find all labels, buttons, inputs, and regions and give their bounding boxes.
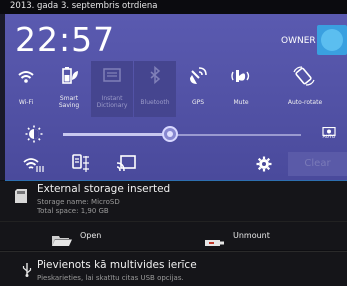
brightness-row: AUTO bbox=[5, 117, 347, 149]
toggle-gps-label: GPS bbox=[191, 99, 205, 106]
toggle-wifi-label: Wi-Fi bbox=[18, 99, 34, 106]
toggle-mute[interactable]: Mute bbox=[220, 61, 262, 117]
status-date: 2013. gada 3. septembris otrdiena bbox=[10, 1, 158, 11]
quick-settings-panel: 22:57 OWNER Wi-Fi Smart Saving Instant D… bbox=[5, 14, 347, 180]
sd-card-icon bbox=[15, 188, 27, 203]
toggle-smart-saving-label: Smart Saving bbox=[58, 95, 80, 109]
brightness-icon bbox=[25, 125, 43, 143]
unmount-icon bbox=[205, 232, 227, 246]
auto-brightness-icon[interactable]: AUTO bbox=[321, 126, 337, 140]
toggle-auto-rotate-label: Auto-rotate bbox=[287, 99, 323, 106]
toggle-auto-rotate[interactable]: Auto-rotate bbox=[263, 61, 347, 117]
avatar[interactable] bbox=[317, 25, 347, 55]
clear-button[interactable]: Clear bbox=[288, 152, 347, 176]
open-button[interactable]: Open bbox=[52, 228, 132, 246]
open-label: Open bbox=[80, 231, 102, 240]
status-bar: 2013. gada 3. septembris otrdiena bbox=[0, 0, 347, 14]
notification-title: External storage inserted bbox=[37, 183, 171, 195]
notification-usb[interactable]: Pievienots kā multivides ierīce Pieskari… bbox=[0, 251, 347, 286]
notification-line: Storage name: MicroSD bbox=[37, 198, 120, 206]
screen-settings-icon[interactable] bbox=[72, 154, 90, 174]
unmount-button[interactable]: Unmount bbox=[205, 228, 285, 246]
unmount-label: Unmount bbox=[233, 231, 270, 240]
bluetooth-icon bbox=[134, 65, 176, 86]
gear-icon[interactable] bbox=[256, 156, 272, 172]
notification-line: Total space: 1,90 GB bbox=[37, 207, 109, 215]
wifi-settings-icon[interactable] bbox=[23, 155, 45, 173]
wifi-icon bbox=[5, 66, 47, 86]
toggle-instant-dictionary[interactable]: Instant Dictionary bbox=[91, 61, 133, 117]
dictionary-icon bbox=[91, 66, 133, 86]
notification-line: Pieskarieties, lai skatītu citas USB opc… bbox=[37, 274, 184, 282]
toggle-smart-saving[interactable]: Smart Saving bbox=[48, 61, 90, 117]
usb-icon bbox=[22, 262, 32, 277]
clock-time: 22:57 bbox=[15, 20, 116, 59]
gps-icon bbox=[177, 66, 219, 86]
notification-storage[interactable]: External storage inserted Storage name: … bbox=[0, 181, 347, 221]
toggle-gps[interactable]: GPS bbox=[177, 61, 219, 117]
quick-toggles: Wi-Fi Smart Saving Instant Dictionary Bl… bbox=[5, 61, 347, 117]
toggle-instant-dictionary-label: Instant Dictionary bbox=[96, 95, 128, 109]
cast-screen-icon[interactable] bbox=[116, 155, 136, 173]
toggle-mute-label: Mute bbox=[233, 99, 249, 106]
toggle-bluetooth[interactable]: Bluetooth bbox=[134, 61, 176, 117]
auto-rotate-icon bbox=[263, 66, 347, 86]
toggle-bluetooth-label: Bluetooth bbox=[140, 99, 170, 106]
battery-leaf-icon bbox=[48, 66, 90, 86]
folder-icon bbox=[52, 231, 72, 246]
brightness-slider-knob[interactable] bbox=[162, 126, 179, 142]
brightness-slider-fill bbox=[63, 133, 171, 136]
mute-icon bbox=[220, 66, 262, 86]
settings-row: Clear bbox=[5, 149, 347, 180]
toggle-wifi[interactable]: Wi-Fi bbox=[5, 61, 47, 117]
notification-title: Pievienots kā multivides ierīce bbox=[37, 259, 197, 271]
owner-label[interactable]: OWNER bbox=[281, 36, 316, 46]
notification-actions: Open Unmount bbox=[0, 221, 347, 250]
auto-brightness-label: AUTO bbox=[322, 135, 336, 140]
